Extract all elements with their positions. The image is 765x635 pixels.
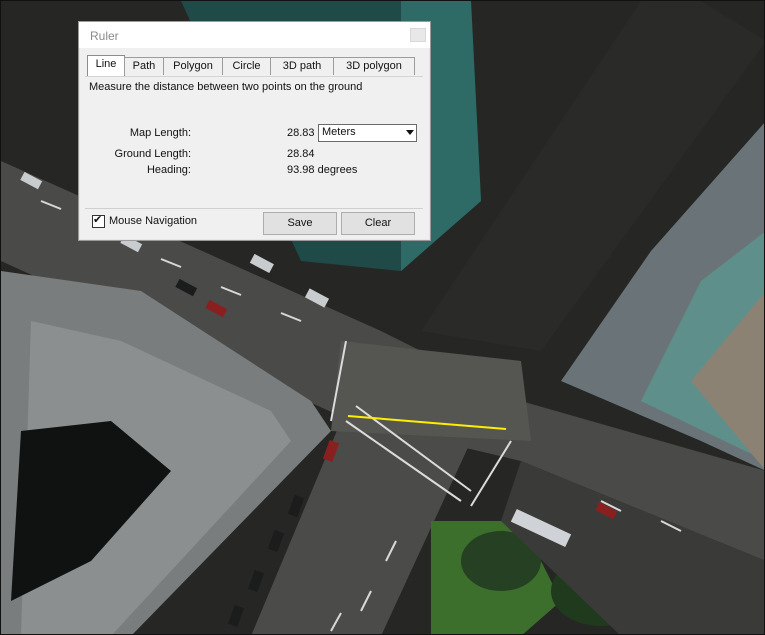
map-length-label: Map Length:: [129, 127, 191, 139]
map-viewport[interactable]: Ruler Line Path Polygon Circle 3D path 3…: [0, 0, 765, 635]
chevron-down-icon[interactable]: [406, 130, 414, 135]
map-length-value: 28.83: [287, 127, 315, 139]
mouse-navigation-checkbox[interactable]: ✔: [92, 214, 105, 228]
ruler-title: Ruler: [90, 29, 119, 43]
tab-3d-path[interactable]: 3D path: [270, 57, 334, 75]
save-button[interactable]: Save: [263, 212, 337, 235]
divider: [85, 208, 423, 209]
tab-path[interactable]: Path: [124, 57, 164, 75]
tab-panel-border: [85, 76, 423, 77]
tab-polygon[interactable]: Polygon: [163, 57, 223, 75]
tab-circle[interactable]: Circle: [222, 57, 271, 75]
clear-button[interactable]: Clear: [341, 212, 415, 235]
unit-select-value: Meters: [322, 126, 356, 138]
ground-length-value: 28.84: [287, 148, 315, 160]
checkmark-icon: ✔: [93, 214, 103, 226]
tab-3d-polygon[interactable]: 3D polygon: [333, 57, 415, 75]
ground-length-label: Ground Length:: [114, 148, 191, 160]
mouse-navigation-label[interactable]: Mouse Navigation: [109, 215, 197, 227]
ruler-dialog: Ruler Line Path Polygon Circle 3D path 3…: [78, 21, 431, 241]
heading-label: Heading:: [146, 164, 191, 176]
unit-select[interactable]: Meters: [318, 124, 417, 142]
ruler-description: Measure the distance between two points …: [89, 81, 363, 93]
close-button[interactable]: [410, 28, 426, 42]
ruler-titlebar[interactable]: Ruler: [79, 22, 430, 48]
heading-value: 93.98 degrees: [287, 164, 358, 176]
tab-line[interactable]: Line: [87, 55, 125, 76]
